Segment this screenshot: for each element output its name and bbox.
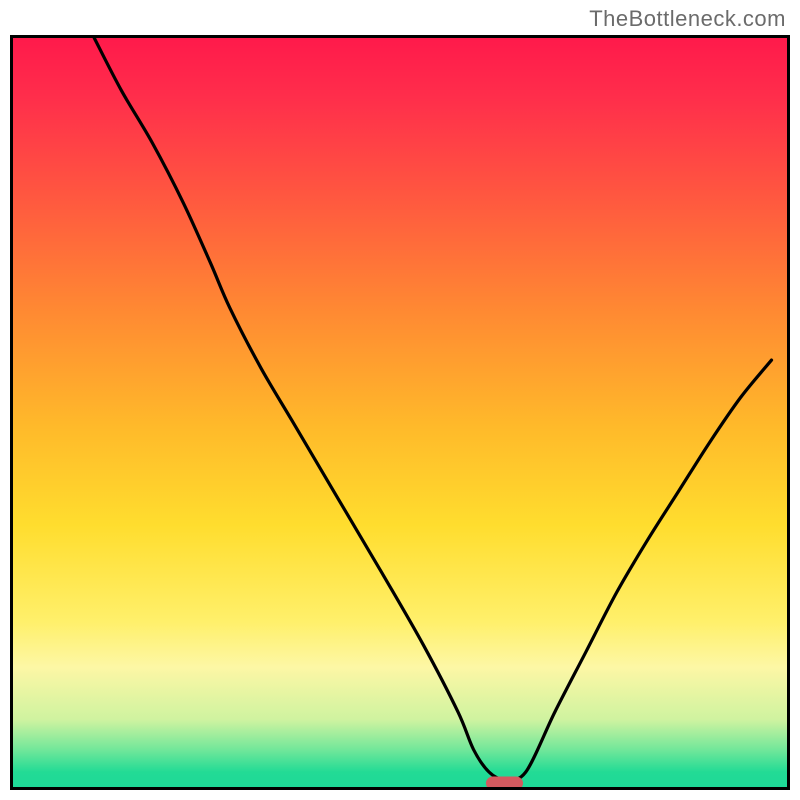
- bottleneck-curve-path: [94, 38, 771, 780]
- attribution-label: TheBottleneck.com: [589, 6, 786, 32]
- plot-frame: [10, 35, 790, 790]
- chart-container: TheBottleneck.com: [0, 0, 800, 800]
- plot-svg: [13, 38, 787, 787]
- minimum-marker: [486, 777, 523, 790]
